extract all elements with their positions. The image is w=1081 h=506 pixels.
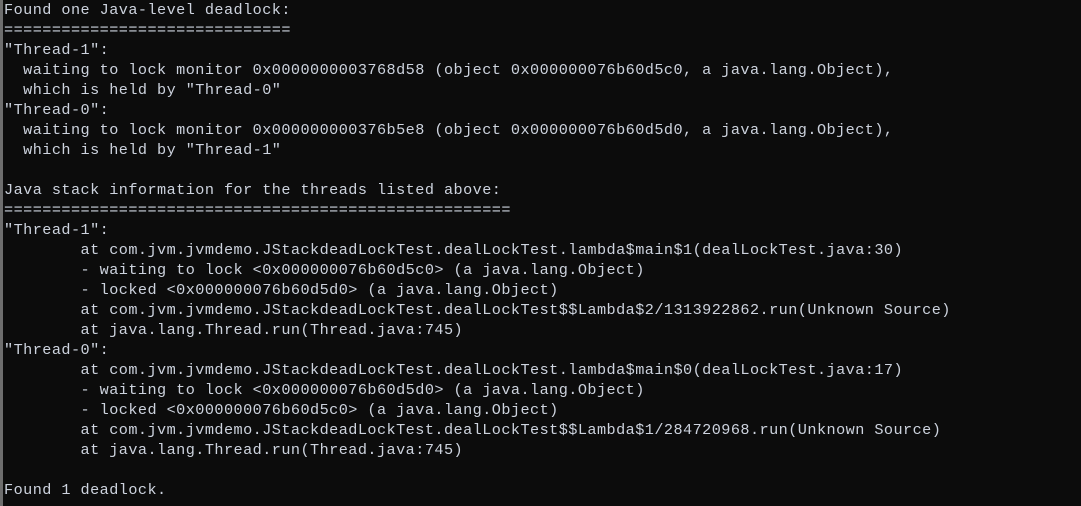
console-line: "Thread-0": — [4, 101, 110, 119]
terminal-window: Found one Java-level deadlock: ==========… — [0, 0, 1081, 506]
console-line: at com.jvm.jvmdemo.JStackdeadLockTest.de… — [4, 361, 904, 379]
console-line: at com.jvm.jvmdemo.JStackdeadLockTest.de… — [4, 241, 904, 259]
console-line: waiting to lock monitor 0x0000000003768d… — [4, 61, 894, 79]
console-line: at com.jvm.jvmdemo.JStackdeadLockTest.de… — [4, 421, 942, 439]
console-line: - waiting to lock <0x000000076b60d5d0> (… — [4, 381, 645, 399]
console-line: Java stack information for the threads l… — [4, 181, 502, 199]
console-line: "Thread-1": — [4, 221, 110, 239]
console-line: at java.lang.Thread.run(Thread.java:745) — [4, 321, 464, 339]
console-line: "Thread-0": — [4, 341, 110, 359]
console-line: which is held by "Thread-0" — [4, 81, 282, 99]
console-line: - waiting to lock <0x000000076b60d5c0> (… — [4, 261, 645, 279]
terminal-scrollbar-gutter[interactable] — [0, 0, 3, 506]
console-line: - locked <0x000000076b60d5c0> (a java.la… — [4, 401, 559, 419]
console-line: Found one Java-level deadlock: — [4, 1, 291, 19]
console-line: at java.lang.Thread.run(Thread.java:745) — [4, 441, 464, 459]
console-line: Found 1 deadlock. — [4, 481, 167, 499]
console-line: - locked <0x000000076b60d5d0> (a java.la… — [4, 281, 559, 299]
console-line: at com.jvm.jvmdemo.JStackdeadLockTest.de… — [4, 301, 951, 319]
console-line: which is held by "Thread-1" — [4, 141, 282, 159]
console-line: waiting to lock monitor 0x000000000376b5… — [4, 121, 894, 139]
console-line: ============================== — [4, 21, 291, 39]
console-output: Found one Java-level deadlock: ==========… — [4, 0, 1081, 506]
console-line: ========================================… — [4, 201, 511, 219]
console-line: "Thread-1": — [4, 41, 110, 59]
